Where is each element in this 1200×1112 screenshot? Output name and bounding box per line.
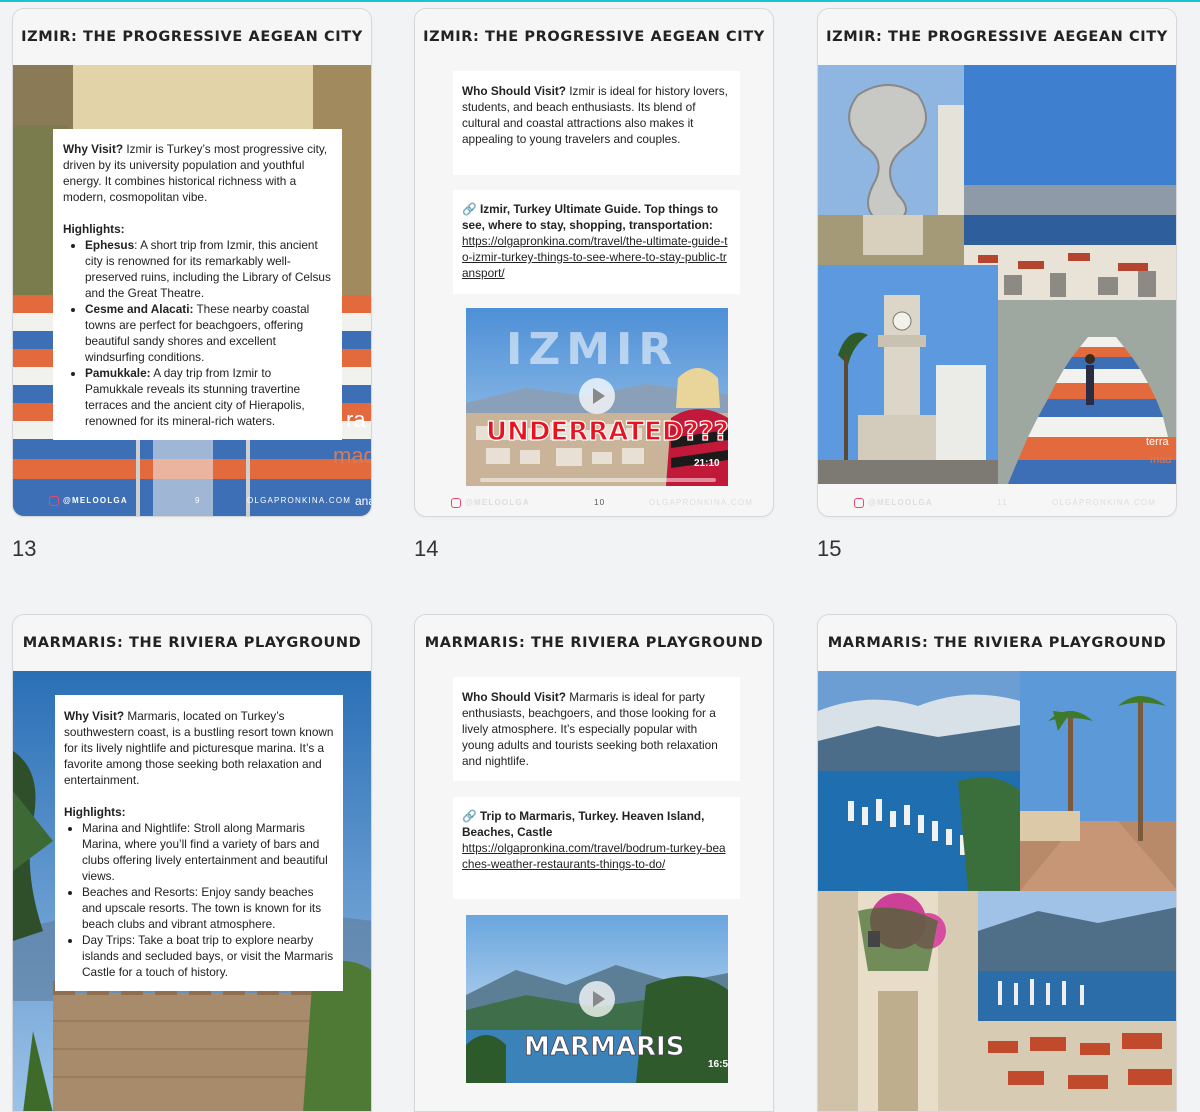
video-thumbnail[interactable]: MARMARIS 16:5 [466, 915, 728, 1083]
stairs-painted-text: mad [1150, 454, 1171, 466]
link-icon: 🔗 [462, 202, 477, 216]
slide-page-14[interactable]: IZMIR: THE PROGRESSIVE AEGEAN CITY Who S… [414, 8, 774, 517]
slide-footer: @MELOOLGA 11 OLGAPRONKINA.COM [818, 493, 1176, 513]
top-accent-line [0, 0, 1200, 2]
why-visit-card: Why Visit? Marmaris, located on Turkey’s… [55, 695, 343, 991]
why-visit-card: Why Visit? Izmir is Turkey’s most progre… [53, 129, 342, 440]
why-visit-label: Why Visit? [63, 142, 124, 156]
slide-title: IZMIR: THE PROGRESSIVE AEGEAN CITY [13, 9, 371, 65]
list-item: Cesme and Alacati: These nearby coastal … [85, 301, 332, 365]
highlights-label: Highlights: [64, 805, 126, 819]
slide-page-16[interactable]: MARMARIS: THE RIVIERA PLAYGROUND Why Vis… [12, 614, 372, 1112]
photo-collage: terra mad [818, 65, 1176, 484]
video-caption-text: UNDERRATED??? [486, 417, 728, 447]
footer-page-number: 10 [594, 498, 606, 507]
slide-footer: @MELOOLGA 9 OLGAPRONKINA.COM [13, 491, 371, 511]
page-number-label: 13 [12, 536, 37, 561]
who-should-visit-label: Who Should Visit? [462, 690, 566, 704]
stairs-painted-text: mad [333, 443, 371, 468]
footer-handle: @MELOOLGA [465, 498, 530, 508]
guide-link-title: Trip to Marmaris, Turkey. Heaven Island,… [462, 809, 705, 839]
guide-link-url[interactable]: https://olgapronkina.com/travel/the-ulti… [462, 234, 728, 280]
footer-handle: @MELOOLGA [63, 496, 128, 506]
footer-site: OLGAPRONKINA.COM [649, 498, 754, 507]
footer-page-number: 11 [997, 498, 1008, 507]
slide-title: MARMARIS: THE RIVIERA PLAYGROUND [415, 615, 773, 671]
video-duration: 16:5 [708, 1059, 728, 1070]
list-item: Beaches and Resorts: Enjoy sandy beaches… [82, 884, 334, 932]
slide-title: MARMARIS: THE RIVIERA PLAYGROUND [818, 615, 1176, 671]
instagram-icon [451, 498, 461, 508]
play-icon[interactable] [579, 378, 615, 414]
highlights-list: Marina and Nightlife: Stroll along Marma… [82, 820, 334, 980]
list-item: Day Trips: Take a boat trip to explore n… [82, 932, 334, 980]
who-should-visit-label: Who Should Visit? [462, 84, 566, 98]
highlights-list: Ephesus: A short trip from Izmir, this a… [85, 237, 332, 429]
video-progress-bar[interactable] [480, 478, 716, 482]
guide-link-title: Izmir, Turkey Ultimate Guide. Top things… [462, 202, 719, 232]
link-icon: 🔗 [462, 809, 477, 823]
list-item: Ephesus: A short trip from Izmir, this a… [85, 237, 332, 301]
who-should-visit-card: Who Should Visit? Izmir is ideal for his… [453, 71, 740, 175]
slide-title: IZMIR: THE PROGRESSIVE AEGEAN CITY [415, 9, 773, 65]
page-number-label: 15 [817, 536, 842, 561]
footer-site: OLGAPRONKINA.COM [247, 496, 352, 505]
slide-page-18[interactable]: MARMARIS: THE RIVIERA PLAYGROUND [817, 614, 1177, 1112]
instagram-icon [854, 498, 864, 508]
slide-page-13[interactable]: IZMIR: THE PROGRESSIVE AEGEAN CITY ra ma… [12, 8, 372, 517]
slide-footer: @MELOOLGA 10 OLGAPRONKINA.COM [415, 493, 773, 513]
guide-link-url[interactable]: https://olgapronkina.com/travel/bodrum-t… [462, 841, 726, 871]
stairs-painted-text: ra [346, 407, 366, 432]
footer-handle: @MELOOLGA [868, 498, 933, 508]
stairs-painted-text: terra [1146, 436, 1170, 448]
photo-collage [818, 671, 1176, 1111]
page-number-label: 14 [414, 536, 439, 561]
slide-title: IZMIR: THE PROGRESSIVE AEGEAN CITY [818, 9, 1176, 65]
slide-page-17[interactable]: MARMARIS: THE RIVIERA PLAYGROUND Who Sho… [414, 614, 774, 1112]
instagram-icon [49, 496, 59, 506]
play-icon[interactable] [579, 981, 615, 1017]
footer-site: OLGAPRONKINA.COM [1052, 498, 1157, 507]
who-should-visit-card: Who Should Visit? Marmaris is ideal for … [453, 677, 740, 781]
video-thumbnail[interactable]: IZMIR UNDERRATED??? 21:10 [466, 308, 728, 486]
list-item: Marina and Nightlife: Stroll along Marma… [82, 820, 334, 884]
video-duration: 21:10 [694, 458, 720, 469]
video-title-text: MARMARIS [524, 1032, 684, 1062]
slide-title: MARMARIS: THE RIVIERA PLAYGROUND [13, 615, 371, 671]
guide-link-card: 🔗 Trip to Marmaris, Turkey. Heaven Islan… [453, 797, 740, 899]
footer-page-number: 9 [195, 496, 201, 505]
highlights-label: Highlights: [63, 222, 125, 236]
list-item: Pamukkale: A day trip from Izmir to Pamu… [85, 365, 332, 429]
video-title-text: IZMIR [506, 324, 678, 375]
why-visit-label: Why Visit? [64, 709, 125, 723]
guide-link-card: 🔗 Izmir, Turkey Ultimate Guide. Top thin… [453, 190, 740, 294]
slide-page-15[interactable]: IZMIR: THE PROGRESSIVE AEGEAN CITY terra… [817, 8, 1177, 517]
